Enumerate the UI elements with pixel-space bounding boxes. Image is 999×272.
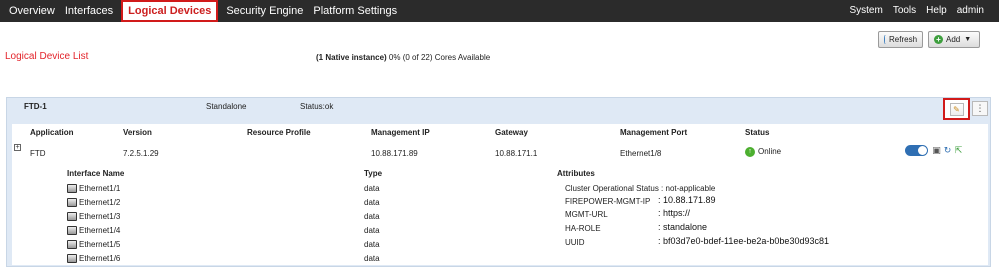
interface-type: data [364,212,380,221]
nav-user-admin[interactable]: admin [952,0,989,22]
interface-name: Ethernet1/6 [79,254,121,263]
interface-row: Ethernet1/1 [67,184,120,193]
attribute-label-ha-role: HA-ROLE [565,224,601,233]
enable-toggle[interactable] [905,145,928,156]
expand-row-toggle[interactable]: + [14,144,21,151]
col-header-gateway: Gateway [495,128,528,137]
cores-available-text: 0% (0 of 22) Cores Available [386,53,491,62]
col-header-resource-profile: Resource Profile [247,128,311,137]
attribute-value-ha-role: : standalone [658,222,708,232]
attribute-value-mgmt-url: : https:// [658,208,691,218]
secondary-nav: System Tools Help admin [844,0,989,22]
nav-tools[interactable]: Tools [888,0,921,22]
interface-name: Ethernet1/2 [79,198,121,207]
device-name: FTD-1 [24,102,47,111]
attribute-label-mgmt-url: MGMT-URL [565,210,608,219]
port-icon [67,184,77,193]
page-title: Logical Device List [5,51,89,62]
device-header: FTD-1 Standalone Status:ok ✎ ⋮ [7,98,990,120]
nav-tab-security-engine[interactable]: Security Engine [221,0,308,22]
refresh-button[interactable]: Refresh [878,31,923,48]
device-detail-table: Application Version Resource Profile Man… [12,124,988,265]
app-management-ip: 10.88.171.89 [371,149,418,158]
interface-type: data [364,240,380,249]
pencil-icon: ✎ [949,102,964,116]
app-management-port: Ethernet1/8 [620,149,662,158]
nav-system[interactable]: System [844,0,887,22]
interface-type: data [364,226,380,235]
col-header-application: Application [30,128,74,137]
col-header-version: Version [123,128,152,137]
native-instance-count: (1 Native instance) [316,53,387,62]
attribute-label-uuid: UUID [565,238,585,247]
app-version: 7.2.5.1.29 [123,149,159,158]
cores-available-info: (1 Native instance) 0% (0 of 22) Cores A… [316,53,490,62]
device-status: Status:ok [300,102,334,111]
restart-icon[interactable]: ↻ [942,145,953,156]
interface-row: Ethernet1/4 [67,226,120,235]
top-nav-bar: Overview Interfaces Logical Devices Secu… [0,0,999,22]
refresh-button-label: Refresh [889,35,918,44]
interface-row: Ethernet1/2 [67,198,120,207]
col-header-management-port: Management Port [620,128,688,137]
add-button[interactable]: + Add ▼ [928,31,980,48]
interface-name: Ethernet1/1 [79,184,121,193]
chevron-down-icon: ▼ [964,36,972,43]
app-gateway: 10.88.171.1 [495,149,538,158]
nav-tab-logical-devices[interactable]: Logical Devices [121,0,219,22]
port-icon [67,212,77,221]
interface-type: data [364,254,380,263]
attribute-label-mgmt-ip: FIREPOWER-MGMT-IP [565,197,651,206]
interface-row: Ethernet1/6 [67,254,120,263]
app-name: FTD [30,149,46,158]
interface-name: Ethernet1/3 [79,212,121,221]
logical-device-panel: FTD-1 Standalone Status:ok ✎ ⋮ Applicati… [6,97,991,267]
col-header-management-ip: Management IP [371,128,430,137]
edit-device-button[interactable]: ✎ [943,98,970,120]
interface-name-header: Interface Name [67,169,125,178]
console-icon[interactable]: ▣ [931,145,942,156]
port-icon [67,226,77,235]
interface-row: Ethernet1/3 [67,212,120,221]
interface-name: Ethernet1/4 [79,226,121,235]
interface-row: Ethernet1/5 [67,240,120,249]
nav-tab-interfaces[interactable]: Interfaces [60,0,118,22]
device-mode: Standalone [206,102,247,111]
online-status-icon: ↑ [745,147,755,157]
app-status-label: Online [758,147,782,157]
attributes-header: Attributes [557,169,595,178]
app-status: ↑ Online [745,147,781,157]
interface-name: Ethernet1/5 [79,240,121,249]
port-icon [67,254,77,263]
toggle-knob [918,146,927,155]
add-button-label: Add [946,35,961,44]
primary-nav: Overview Interfaces Logical Devices Secu… [0,0,402,22]
nav-help[interactable]: Help [921,0,952,22]
attribute-value-uuid: : bf03d7e0-bdef-11ee-be2a-b0be30d93c81 [658,236,829,246]
interface-type-header: Type [364,169,383,178]
launch-icon[interactable]: ⇱ [953,145,964,156]
nav-tab-platform-settings[interactable]: Platform Settings [308,0,402,22]
col-header-status: Status [745,128,770,137]
port-icon [67,198,77,207]
port-icon [67,240,77,249]
nav-tab-overview[interactable]: Overview [0,0,60,22]
interface-type: data [364,198,380,207]
add-icon: + [934,35,943,44]
refresh-icon [884,35,886,44]
attribute-value-mgmt-ip: : 10.88.171.89 [658,195,716,205]
more-options-button[interactable]: ⋮ [972,101,988,116]
attribute-cluster-status: Cluster Operational Status : not-applica… [565,184,716,193]
interface-type: data [364,184,380,193]
